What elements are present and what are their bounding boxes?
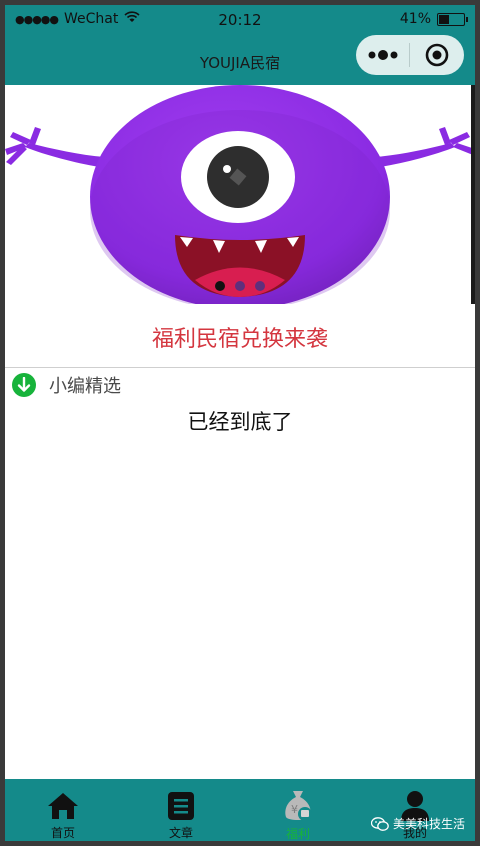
end-of-list-text: 已经到底了	[187, 410, 293, 434]
battery-fill	[439, 14, 449, 24]
banner-carousel[interactable]	[5, 85, 475, 304]
tab-label: 福利	[285, 827, 310, 841]
article-icon	[163, 789, 199, 822]
target-close-icon[interactable]	[410, 35, 463, 75]
banner-next-slide-edge	[471, 85, 475, 304]
more-dots-icon[interactable]	[356, 35, 409, 75]
section-header: 小编精选	[12, 372, 121, 398]
top-bar: ●●●●● WeChat 20:12 41% YOUJIA民宿	[5, 5, 475, 85]
mini-program-capsule	[356, 35, 464, 75]
tab-articles[interactable]: 文章	[126, 779, 236, 841]
carousel-dot[interactable]	[235, 281, 245, 291]
section-title: 小编精选	[49, 376, 121, 397]
tab-home[interactable]: 首页	[8, 779, 118, 841]
divider	[5, 367, 475, 368]
carousel-indicators	[5, 281, 475, 291]
status-right: 41%	[399, 11, 468, 27]
carousel-dot[interactable]	[255, 281, 265, 291]
home-icon	[45, 789, 81, 822]
monster-image	[5, 85, 475, 304]
svg-text:¥: ¥	[291, 803, 298, 816]
battery-percent: 41%	[399, 11, 431, 27]
money-bag-icon: ¥	[280, 789, 316, 823]
tab-label: 文章	[168, 826, 193, 840]
battery-icon	[437, 12, 468, 26]
watermark: 美美科技生活	[371, 815, 465, 832]
phone-screen: ●●●●● WeChat 20:12 41% YOUJIA民宿 福利民宿兑换来袭…	[5, 5, 475, 841]
carousel-dot[interactable]	[215, 281, 225, 291]
status-bar: ●●●●● WeChat 20:12 41%	[5, 5, 475, 33]
wechat-icon	[371, 816, 389, 831]
down-arrow-circle-icon	[12, 373, 36, 397]
tab-label: 首页	[50, 826, 75, 840]
watermark-text: 美美科技生活	[393, 817, 466, 831]
tab-welfare[interactable]: ¥ 福利	[243, 779, 353, 841]
promo-headline[interactable]: 福利民宿兑换来袭	[5, 321, 475, 353]
